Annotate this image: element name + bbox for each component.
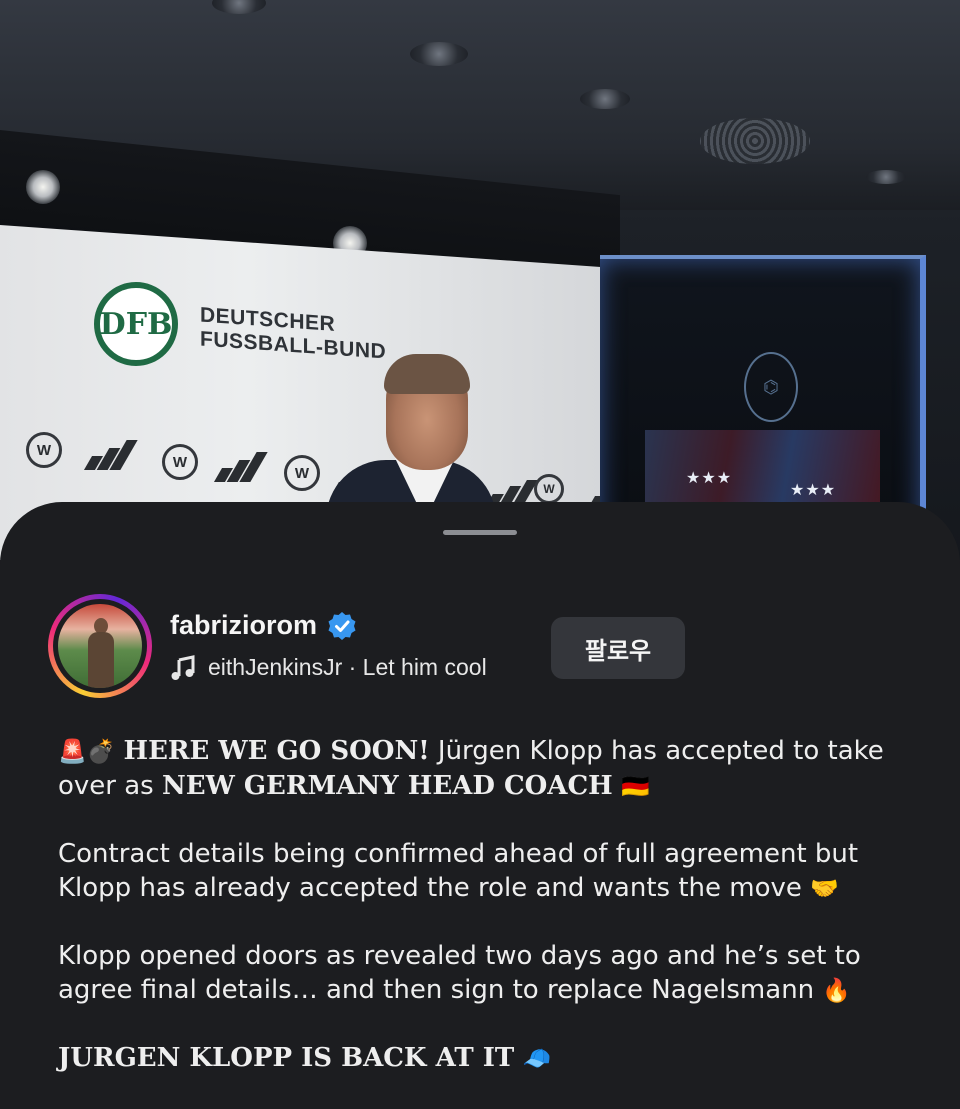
adidas-logo bbox=[83, 440, 140, 470]
display-screen bbox=[645, 430, 880, 510]
post-detail-sheet: fabriziorom eithJenkinsJr · Let him cool… bbox=[0, 502, 960, 1088]
wall-dfb-logo: ⌬ bbox=[744, 352, 798, 422]
sheet-drag-handle[interactable] bbox=[443, 530, 517, 535]
person-hair bbox=[384, 354, 470, 394]
avatar-story-ring[interactable] bbox=[48, 594, 152, 698]
post-caption: 🚨💣 HERE WE GO SOON! Jürgen Klopp has acc… bbox=[58, 734, 918, 1109]
vw-logo: W bbox=[26, 432, 62, 468]
avatar-person bbox=[88, 618, 114, 688]
caption-bold-text: NEW GERMANY HEAD COACH bbox=[162, 771, 613, 801]
siren-bomb-emoji: 🚨💣 bbox=[58, 739, 116, 765]
username[interactable]: fabriziorom bbox=[170, 610, 317, 641]
post-background-photo: DFB DEUTSCHER FUSSBALL-BUND W W W W ⌬ ★★… bbox=[0, 0, 960, 560]
caption-paragraph: JURGEN KLOPP IS BACK AT IT 🧢 bbox=[58, 1041, 918, 1076]
caption-bold-text: JURGEN KLOPP IS BACK AT IT bbox=[58, 1043, 515, 1073]
cap-emoji: 🧢 bbox=[522, 1046, 552, 1072]
adidas-logo bbox=[213, 452, 270, 482]
username-row: fabriziorom bbox=[170, 610, 357, 641]
vw-logo: W bbox=[284, 455, 320, 491]
avatar bbox=[58, 604, 142, 688]
fire-emoji: 🔥 bbox=[822, 978, 852, 1004]
ceiling-light bbox=[866, 170, 906, 184]
ceiling-light bbox=[580, 89, 630, 109]
caption-paragraph: 🚨💣 HERE WE GO SOON! Jürgen Klopp has acc… bbox=[58, 734, 918, 804]
caption-text: Contract details being confirmed ahead o… bbox=[58, 839, 859, 903]
caption-paragraph: Contract details being confirmed ahead o… bbox=[58, 837, 918, 906]
caption-paragraph: Klopp opened doors as revealed two days … bbox=[58, 939, 918, 1008]
music-row[interactable]: eithJenkinsJr · Let him cool bbox=[170, 654, 487, 681]
vw-logo: W bbox=[162, 444, 198, 480]
handshake-emoji: 🤝 bbox=[810, 876, 839, 902]
stars-decoration: ★★★ bbox=[686, 468, 733, 487]
spotlight bbox=[26, 170, 60, 204]
vw-logo: W bbox=[534, 474, 564, 504]
germany-flag-emoji: 🇩🇪 bbox=[621, 774, 650, 800]
caption-bold-text: HERE WE GO SOON! bbox=[123, 736, 430, 766]
caption-text: Klopp opened doors as revealed two days … bbox=[58, 941, 861, 1005]
music-track-label: eithJenkinsJr · Let him cool bbox=[208, 654, 487, 680]
dfb-logo: DFB bbox=[94, 282, 178, 366]
music-note-icon bbox=[170, 654, 196, 681]
ceiling-light bbox=[410, 42, 468, 66]
stars-decoration: ★★★ bbox=[790, 480, 837, 499]
verified-badge-icon bbox=[327, 611, 357, 641]
follow-button[interactable]: 팔로우 bbox=[551, 617, 685, 679]
avatar-ring-gap bbox=[53, 599, 147, 693]
ceiling-vent bbox=[700, 118, 810, 164]
